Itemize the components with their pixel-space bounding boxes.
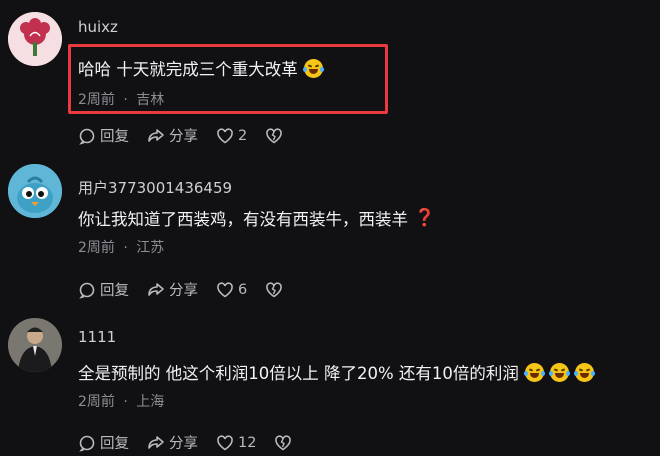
comment-text: 全是预制的 他这个利润10倍以上 降了20% 还有10倍的利润 [78, 360, 595, 384]
like-count: 6 [238, 281, 248, 298]
highlight-box [68, 44, 388, 114]
like-button[interactable]: 2 [216, 127, 247, 145]
username[interactable]: 1111 [78, 328, 116, 346]
like-button[interactable]: 6 [216, 281, 247, 299]
comment-location: 上海 [136, 394, 165, 410]
broken-heart-icon [266, 127, 283, 143]
comment-meta: 2周前 · 上海 [78, 391, 164, 411]
like-count: 12 [238, 434, 257, 451]
username[interactable]: 用户3773001436459 [78, 177, 232, 198]
username[interactable]: huixz [78, 18, 118, 36]
comment-meta: 2周前 · 江苏 [78, 237, 164, 257]
share-label: 分享 [169, 129, 198, 145]
comment-time: 2周前 [78, 240, 115, 256]
avatar[interactable] [8, 318, 62, 372]
share-button[interactable]: 分享 [147, 125, 198, 146]
dislike-button[interactable] [265, 127, 283, 145]
like-button[interactable]: 12 [216, 434, 256, 452]
share-icon [148, 128, 164, 142]
bird-icon [8, 164, 62, 218]
reply-icon [79, 435, 95, 452]
dislike-button[interactable] [265, 281, 283, 299]
heart-icon [217, 434, 233, 450]
share-icon [148, 282, 164, 296]
person-photo-icon [8, 318, 62, 372]
comment-actions: 回复 分享 6 [78, 279, 301, 300]
heart-icon [217, 127, 233, 143]
heart-icon [217, 281, 233, 297]
comment-actions: 回复 分享 12 [78, 432, 310, 453]
share-button[interactable]: 分享 [147, 432, 198, 453]
share-icon [148, 435, 164, 449]
reply-button[interactable]: 回复 [78, 432, 129, 453]
comment-text: 你让我知道了西装鸡，有没有西装牛，西装羊 ❓ [78, 206, 435, 230]
laugh-cry-emoji-icon [548, 362, 570, 382]
comment-time: 2周前 [78, 394, 115, 410]
meta-separator: · [123, 394, 128, 410]
share-label: 分享 [169, 436, 198, 452]
comment-item: 用户3773001436459 你让我知道了西装鸡，有没有西装牛，西装羊 ❓ 2… [0, 150, 660, 300]
comment-text-content: 你让我知道了西装鸡，有没有西装牛，西装羊 [78, 210, 408, 229]
broken-heart-icon [275, 434, 292, 450]
share-label: 分享 [169, 283, 198, 299]
reply-label: 回复 [100, 129, 129, 145]
avatar[interactable] [8, 12, 62, 66]
laugh-cry-emoji-icon [523, 362, 545, 382]
reply-button[interactable]: 回复 [78, 125, 129, 146]
laugh-cry-emoji-icon [573, 362, 595, 382]
reply-icon [79, 282, 95, 299]
comment-item: 1111 全是预制的 他这个利润10倍以上 降了20% 还有10倍的利润 2周前… [0, 300, 660, 456]
question-mark-icon: ❓ [414, 208, 436, 228]
reply-icon [79, 128, 95, 145]
dislike-button[interactable] [274, 434, 292, 452]
meta-separator: · [123, 240, 128, 256]
broken-heart-icon [266, 281, 283, 297]
comment-location: 江苏 [136, 240, 165, 256]
comment-actions: 回复 分享 2 [78, 125, 301, 146]
reply-label: 回复 [100, 436, 129, 452]
share-button[interactable]: 分享 [147, 279, 198, 300]
avatar[interactable] [8, 164, 62, 218]
reply-button[interactable]: 回复 [78, 279, 129, 300]
reply-label: 回复 [100, 283, 129, 299]
like-count: 2 [238, 127, 248, 144]
flower-icon [8, 12, 62, 66]
comment-text-content: 全是预制的 他这个利润10倍以上 降了20% 还有10倍的利润 [78, 364, 519, 383]
